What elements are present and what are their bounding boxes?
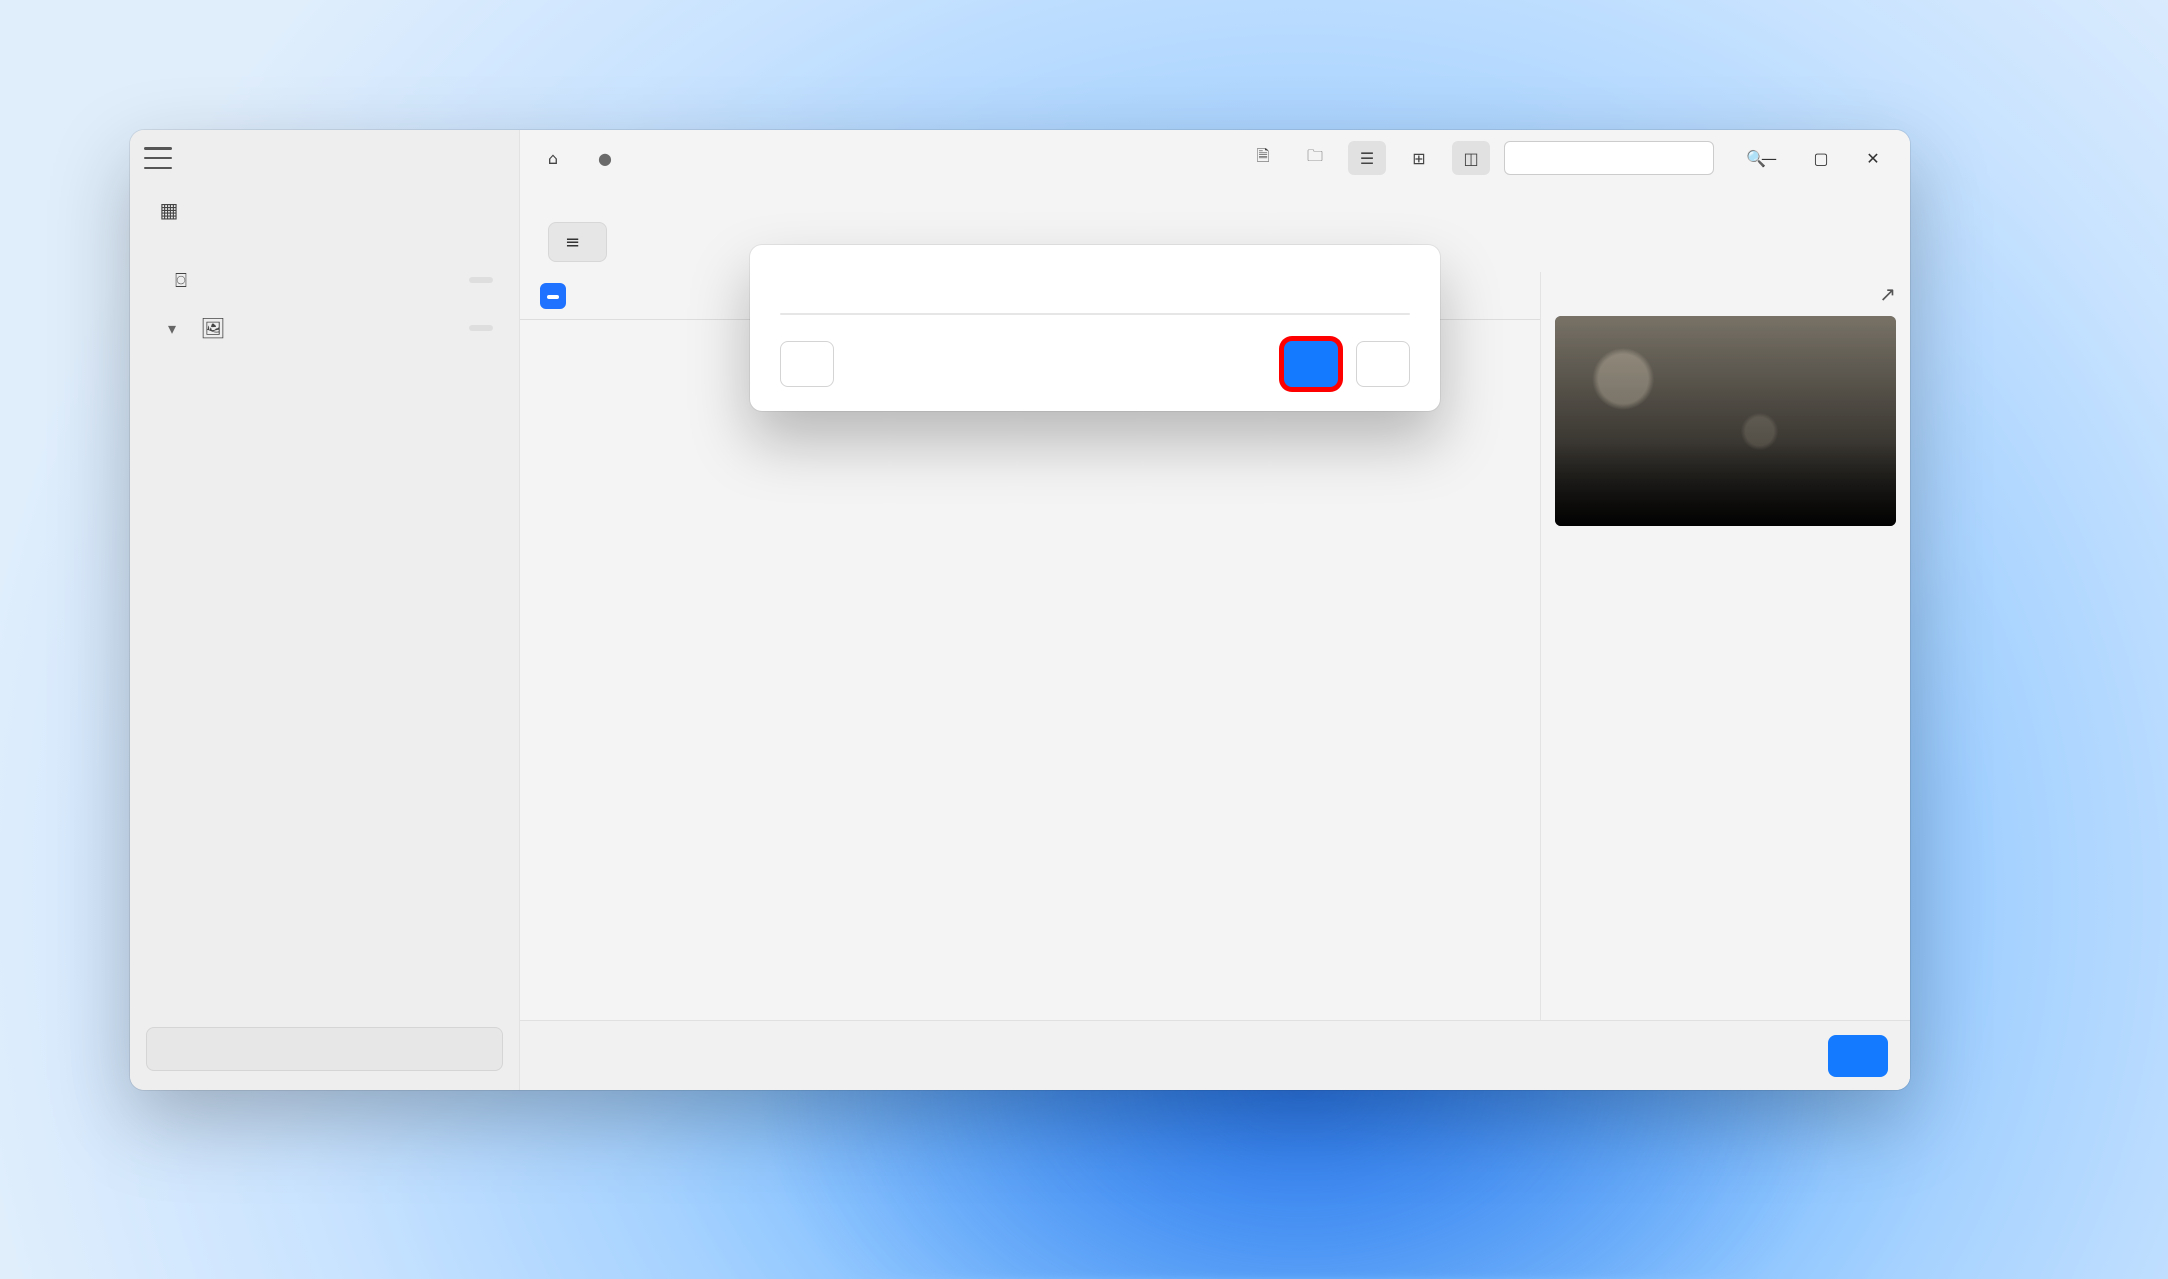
sidebar-item-dashboard[interactable]: ▦: [138, 188, 511, 232]
grid-icon: ▦: [156, 198, 182, 222]
show-filter-button[interactable]: ≡: [548, 222, 607, 262]
external-link-icon: ↗: [1879, 282, 1896, 306]
recovery-destination-dialog: [750, 245, 1440, 411]
menu-icon[interactable]: [144, 147, 172, 169]
check-circle-icon: ●: [598, 149, 612, 168]
home-button[interactable]: ⌂: [534, 141, 572, 175]
titlebar: ⌂ ● 🗎 🗀 ☰ ⊞ ◫ 🔍 — ▢: [520, 130, 1910, 186]
document-icon: 🗎: [1257, 145, 1270, 172]
minimize-button[interactable]: —: [1746, 141, 1792, 175]
view-grid-button[interactable]: ⊞: [1400, 141, 1438, 175]
folder-icon: 🗀: [1307, 145, 1323, 172]
toggle-details-pane-button[interactable]: ◫: [1452, 141, 1490, 175]
main-pane: ⌂ ● 🗎 🗀 ☰ ⊞ ◫ 🔍 — ▢: [520, 130, 1910, 1090]
choose-destination-button[interactable]: [780, 341, 834, 387]
window-controls: — ▢ ✕: [1746, 141, 1896, 175]
show-in-explorer-button[interactable]: [146, 1027, 503, 1071]
destination-list: [780, 313, 1410, 315]
footer-bar: [520, 1020, 1910, 1090]
grid-icon: ⊞: [1412, 149, 1425, 168]
details-panel: ↗: [1540, 272, 1910, 1020]
preview-thumbnail: [1555, 316, 1896, 526]
app-window: ▦ ⌼ 🖼 ⌂: [130, 130, 1910, 1090]
select-all-checkbox[interactable]: [540, 283, 566, 309]
scan-status-badge: ●: [586, 141, 624, 175]
sidebar-header: [130, 130, 519, 186]
search-input-wrap[interactable]: 🔍: [1504, 141, 1714, 175]
cancel-button[interactable]: [1356, 341, 1410, 387]
sidebar-item-pictures[interactable]: 🖼: [138, 306, 511, 350]
next-button[interactable]: [1284, 341, 1338, 387]
sidebar-footer: [130, 1011, 519, 1090]
recover-button[interactable]: [1828, 1035, 1888, 1077]
sidebar: ▦ ⌼ 🖼: [130, 130, 520, 1090]
sidebar-item-device[interactable]: ⌼: [138, 258, 511, 302]
home-icon: ⌂: [548, 149, 558, 168]
view-folder-button[interactable]: 🗀: [1296, 141, 1334, 175]
usb-drive-icon: ⌼: [168, 268, 194, 292]
sliders-icon: ≡: [565, 232, 580, 253]
sidebar-heading-scan-results: [130, 234, 519, 256]
maximize-button[interactable]: ▢: [1798, 141, 1844, 175]
popout-button[interactable]: ↗: [1879, 282, 1896, 306]
list-icon: ☰: [1360, 149, 1374, 168]
image-icon: 🖼: [200, 316, 226, 340]
search-input[interactable]: [1517, 148, 1736, 168]
panel-icon: ◫: [1463, 149, 1478, 168]
count-badge: [469, 325, 493, 331]
view-document-button[interactable]: 🗎: [1244, 141, 1282, 175]
close-button[interactable]: ✕: [1850, 141, 1896, 175]
count-badge: [469, 277, 493, 283]
view-list-button[interactable]: ☰: [1348, 141, 1386, 175]
chevron-down-icon: [168, 319, 186, 338]
